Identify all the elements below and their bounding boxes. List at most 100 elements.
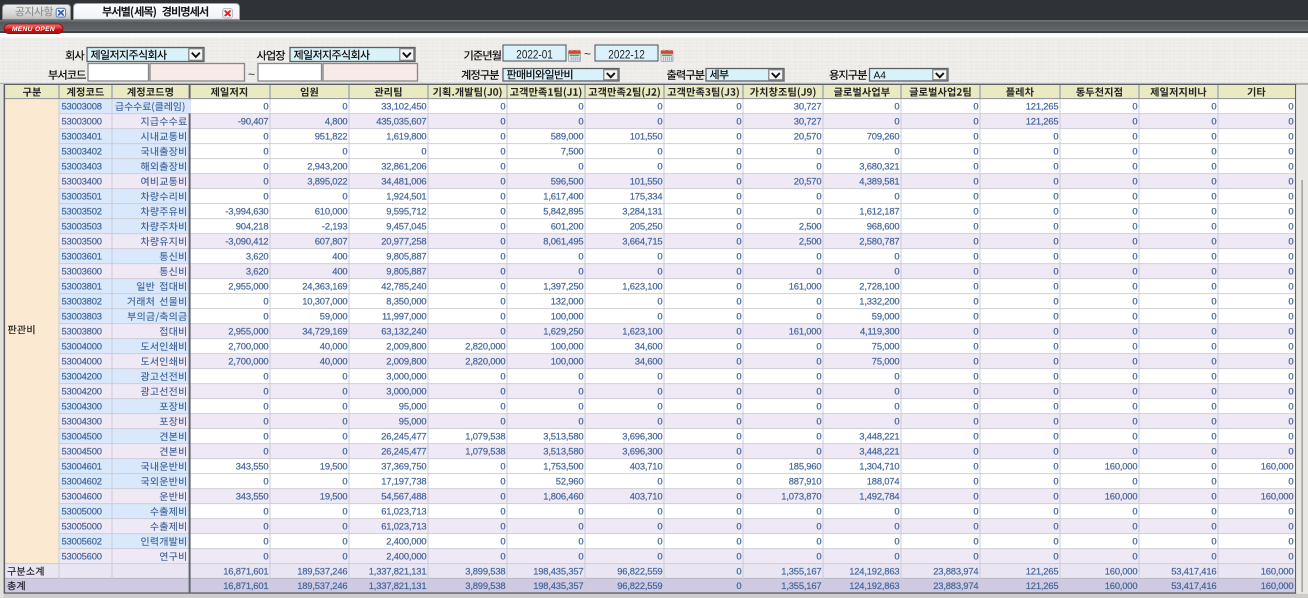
svg-text:0: 0 — [816, 160, 821, 171]
svg-text:185,960: 185,960 — [789, 460, 822, 471]
svg-text:53004500: 53004500 — [62, 445, 102, 456]
svg-text:16,871,601: 16,871,601 — [223, 580, 268, 591]
svg-text:23,883,974: 23,883,974 — [933, 580, 978, 591]
svg-text:1,079,538: 1,079,538 — [465, 430, 505, 441]
svg-text:3,899,538: 3,899,538 — [465, 580, 505, 591]
svg-text:0: 0 — [263, 145, 268, 156]
svg-text:0: 0 — [973, 190, 978, 201]
svg-text:0: 0 — [894, 506, 899, 517]
svg-text:0: 0 — [1288, 400, 1293, 411]
svg-text:0: 0 — [657, 295, 662, 306]
svg-text:121,265: 121,265 — [1026, 116, 1059, 127]
svg-text:53003501: 53003501 — [62, 190, 102, 201]
svg-text:887,910: 887,910 — [789, 475, 822, 486]
svg-text:0: 0 — [263, 190, 268, 201]
svg-text:0: 0 — [1053, 385, 1058, 396]
svg-text:0: 0 — [500, 205, 505, 216]
svg-text:0: 0 — [657, 415, 662, 426]
svg-text:1,079,538: 1,079,538 — [465, 445, 505, 456]
svg-text:0: 0 — [736, 460, 741, 471]
svg-text:~: ~ — [584, 47, 591, 61]
svg-text:0: 0 — [500, 250, 505, 261]
svg-text:0: 0 — [263, 130, 268, 141]
svg-text:0: 0 — [1288, 205, 1293, 216]
svg-text:121,265: 121,265 — [1026, 566, 1059, 577]
svg-text:0: 0 — [973, 116, 978, 127]
svg-text:3,448,221: 3,448,221 — [859, 445, 899, 456]
svg-text:2,728,100: 2,728,100 — [859, 280, 899, 291]
svg-text:1,629,250: 1,629,250 — [543, 325, 583, 336]
svg-text:205,250: 205,250 — [630, 220, 663, 231]
svg-text:53004300: 53004300 — [62, 400, 102, 411]
svg-text:0: 0 — [342, 521, 347, 532]
svg-text:0: 0 — [973, 130, 978, 141]
svg-text:0: 0 — [736, 475, 741, 486]
svg-text:0: 0 — [1053, 220, 1058, 231]
svg-text:2,009,800: 2,009,800 — [386, 340, 426, 351]
svg-text:1,355,167: 1,355,167 — [781, 566, 821, 577]
svg-text:53003800: 53003800 — [62, 325, 102, 336]
svg-text:0: 0 — [1053, 280, 1058, 291]
svg-text:0: 0 — [578, 506, 583, 517]
svg-text:24,363,169: 24,363,169 — [302, 280, 347, 291]
svg-text:160,000: 160,000 — [1261, 580, 1294, 591]
svg-text:3,899,538: 3,899,538 — [465, 566, 505, 577]
svg-text:30,727: 30,727 — [794, 116, 822, 127]
svg-text:0: 0 — [421, 145, 426, 156]
svg-text:0: 0 — [1053, 295, 1058, 306]
svg-text:124,192,863: 124,192,863 — [849, 566, 899, 577]
svg-text:0: 0 — [1288, 370, 1293, 381]
svg-text:0: 0 — [1288, 145, 1293, 156]
svg-text:19,500: 19,500 — [320, 490, 348, 501]
svg-text:2,500: 2,500 — [799, 220, 822, 231]
svg-text:53,417,416: 53,417,416 — [1171, 566, 1216, 577]
svg-text:403,710: 403,710 — [630, 490, 663, 501]
svg-text:16,871,601: 16,871,601 — [223, 566, 268, 577]
svg-text:0: 0 — [816, 536, 821, 547]
svg-text:0: 0 — [1211, 430, 1216, 441]
svg-text:124,192,863: 124,192,863 — [849, 580, 899, 591]
svg-text:0: 0 — [1132, 475, 1137, 486]
svg-text:53003400: 53003400 — [62, 175, 102, 186]
svg-text:3,000,000: 3,000,000 — [386, 370, 426, 381]
svg-text:0: 0 — [1053, 265, 1058, 276]
svg-text:0: 0 — [657, 370, 662, 381]
svg-text:95,000: 95,000 — [399, 415, 427, 426]
svg-text:0: 0 — [1288, 340, 1293, 351]
svg-text:96,822,559: 96,822,559 — [617, 580, 662, 591]
svg-text:0: 0 — [973, 506, 978, 517]
svg-text:75,000: 75,000 — [872, 340, 900, 351]
svg-text:0: 0 — [736, 355, 741, 366]
svg-text:0: 0 — [973, 325, 978, 336]
svg-text:0: 0 — [1132, 265, 1137, 276]
svg-text:198,435,357: 198,435,357 — [533, 580, 583, 591]
svg-text:3,000,000: 3,000,000 — [386, 385, 426, 396]
svg-text:0: 0 — [500, 280, 505, 291]
svg-text:0: 0 — [1132, 551, 1137, 562]
svg-text:0: 0 — [736, 265, 741, 276]
svg-text:0: 0 — [263, 506, 268, 517]
svg-text:2,820,000: 2,820,000 — [465, 355, 505, 366]
svg-text:1,304,710: 1,304,710 — [859, 460, 899, 471]
svg-text:0: 0 — [1132, 430, 1137, 441]
svg-text:0: 0 — [1053, 145, 1058, 156]
svg-text:95,000: 95,000 — [399, 400, 427, 411]
svg-text:0: 0 — [1211, 385, 1216, 396]
svg-text:0: 0 — [263, 295, 268, 306]
svg-text:0: 0 — [1053, 445, 1058, 456]
svg-text:0: 0 — [263, 400, 268, 411]
svg-text:0: 0 — [500, 101, 505, 112]
svg-text:2,400,000: 2,400,000 — [386, 551, 426, 562]
svg-text:0: 0 — [1211, 220, 1216, 231]
svg-text:0: 0 — [578, 400, 583, 411]
svg-text:0: 0 — [973, 235, 978, 246]
svg-text:53003401: 53003401 — [62, 130, 102, 141]
svg-text:0: 0 — [1053, 175, 1058, 186]
svg-text:2,700,000: 2,700,000 — [228, 355, 268, 366]
svg-text:0: 0 — [973, 551, 978, 562]
svg-text:343,550: 343,550 — [236, 460, 269, 471]
svg-text:132,000: 132,000 — [551, 295, 584, 306]
svg-text:0: 0 — [736, 536, 741, 547]
svg-text:0: 0 — [736, 160, 741, 171]
svg-text:0: 0 — [1132, 116, 1137, 127]
